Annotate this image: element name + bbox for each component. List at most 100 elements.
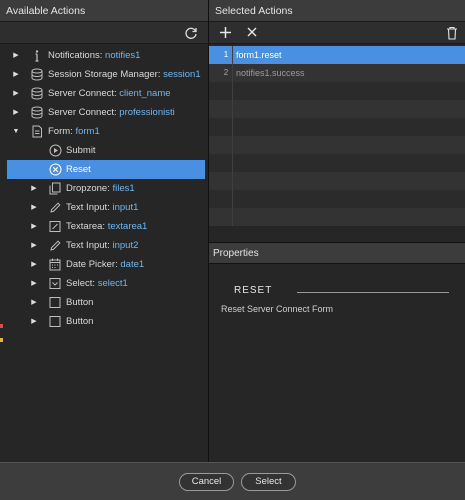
tree-item-server-connect-client-name[interactable]: ▶ Server Connect: client_name — [0, 84, 208, 103]
chevron-right-icon[interactable]: ▶ — [29, 198, 39, 217]
tree-item-label: Dropzone: files1 — [66, 183, 135, 194]
properties-section-rule — [297, 292, 449, 293]
row-action-text: form1.reset — [236, 50, 282, 60]
tree-item-form1[interactable]: ▼ Form: form1 — [0, 122, 208, 141]
tree-item-server-connect-professionisti[interactable]: ▶ Server Connect: professionisti — [0, 103, 208, 122]
tree-item-label: Form: form1 — [48, 126, 100, 137]
select-icon — [49, 277, 61, 290]
chevron-right-icon[interactable]: ▶ — [29, 274, 39, 293]
chevron-right-icon[interactable]: ▶ — [29, 312, 39, 331]
pencil-icon — [49, 201, 61, 214]
tree-item-label: Notifications: notifies1 — [48, 50, 141, 61]
tree-item-text-input-1[interactable]: ▶ Text Input: input1 — [0, 198, 208, 217]
tree-item-value: files1 — [112, 183, 135, 194]
properties-description: Reset Server Connect Form — [221, 304, 334, 314]
tree-item-value: session1 — [163, 69, 201, 80]
selected-action-row — [209, 100, 465, 118]
cancel-button[interactable]: Cancel — [179, 473, 234, 491]
add-icon[interactable] — [219, 26, 232, 39]
tree-item-button-2[interactable]: ▶ Button — [0, 312, 208, 331]
selected-actions-title: Selected Actions — [209, 0, 465, 22]
tree-item-session-storage[interactable]: ▶ Session Storage Manager: session1 — [0, 65, 208, 84]
selected-action-row — [209, 136, 465, 154]
row-separator — [232, 64, 233, 82]
chevron-right-icon[interactable]: ▶ — [29, 179, 39, 198]
chevron-right-icon[interactable]: ▶ — [11, 65, 21, 84]
row-number: 1 — [223, 50, 229, 59]
tree-item-text-input-2[interactable]: ▶ Text Input: input2 — [0, 236, 208, 255]
row-separator — [232, 154, 233, 172]
calendar-icon — [49, 258, 61, 271]
row-separator — [232, 82, 233, 100]
tree-item-label: Select: select1 — [66, 278, 128, 289]
tree-item-date-picker[interactable]: ▶ Date Picker: date1 — [0, 255, 208, 274]
reset-icon — [49, 163, 62, 176]
select-button[interactable]: Select — [241, 473, 296, 491]
selected-action-row[interactable]: 1 form1.reset — [209, 46, 465, 64]
chevron-right-icon[interactable]: ▶ — [11, 103, 21, 122]
row-number: 2 — [223, 68, 229, 77]
tree-item-dropzone[interactable]: ▶ Dropzone: files1 — [0, 179, 208, 198]
database-icon — [31, 68, 43, 81]
selected-actions-list: 1 form1.reset 2 notifies1.success — [209, 46, 465, 226]
selected-action-row — [209, 118, 465, 136]
tree-item-label: Server Connect: professionisti — [48, 107, 175, 118]
tree-item-submit[interactable]: Submit — [0, 141, 208, 160]
chevron-right-icon[interactable]: ▶ — [29, 236, 39, 255]
selected-action-row — [209, 190, 465, 208]
tree-item-label: Text Input: input1 — [66, 202, 139, 213]
row-separator — [232, 100, 233, 118]
selected-action-row — [209, 82, 465, 100]
tree-item-textarea[interactable]: ▶ Textarea: textarea1 — [0, 217, 208, 236]
row-separator — [232, 208, 233, 226]
selected-action-row — [209, 208, 465, 226]
available-actions-toolbar — [0, 22, 208, 44]
tree-item-notifications[interactable]: ▶ Notifications: notifies1 — [0, 46, 208, 65]
background-app-stub — [0, 324, 3, 328]
tree-item-select[interactable]: ▶ Select: select1 — [0, 274, 208, 293]
tree-item-value: input1 — [112, 202, 139, 213]
chevron-right-icon[interactable]: ▶ — [11, 84, 21, 103]
tree-item-value: select1 — [97, 278, 128, 289]
tree-item-label: Reset — [66, 164, 91, 175]
refresh-icon[interactable] — [184, 26, 198, 40]
tree-item-label: Server Connect: client_name — [48, 88, 171, 99]
tree-item-label: Session Storage Manager: session1 — [48, 69, 201, 80]
tree-item-label: Text Input: input2 — [66, 240, 139, 251]
properties-section-title: RESET — [234, 285, 273, 296]
close-icon[interactable] — [246, 26, 258, 38]
database-icon — [31, 87, 43, 100]
action-tree: ▶ Notifications: notifies1 ▶ Session Storag… — [0, 46, 208, 331]
row-separator — [232, 172, 233, 190]
chevron-right-icon[interactable]: ▶ — [11, 46, 21, 65]
database-icon — [31, 106, 43, 119]
selected-action-row — [209, 172, 465, 190]
info-icon — [31, 49, 43, 62]
selected-actions-panel: Selected Actions 1 form1.reset 2 notifies1.… — [209, 0, 465, 462]
tree-item-value: professionisti — [119, 107, 175, 118]
chevron-right-icon[interactable]: ▶ — [29, 255, 39, 274]
textarea-icon — [49, 220, 61, 233]
tree-item-label: Date Picker: date1 — [66, 259, 145, 270]
tree-item-reset[interactable]: Reset — [7, 160, 205, 179]
chevron-right-icon[interactable]: ▶ — [29, 293, 39, 312]
row-separator — [232, 118, 233, 136]
pencil-icon — [49, 239, 61, 252]
trash-icon[interactable] — [446, 26, 458, 40]
selected-action-row[interactable]: 2 notifies1.success — [209, 64, 465, 82]
row-separator — [232, 190, 233, 208]
tree-item-label: Submit — [66, 145, 96, 156]
chevron-down-icon[interactable]: ▼ — [11, 122, 21, 141]
background-app-stub — [0, 338, 3, 342]
available-actions-title: Available Actions — [0, 0, 208, 22]
available-actions-panel: Available Actions ▶ Notifications: notifi… — [0, 0, 208, 462]
tree-item-button-1[interactable]: ▶ Button — [0, 293, 208, 312]
properties-title: Properties — [209, 242, 465, 264]
button-icon — [49, 315, 61, 328]
tree-item-value: textarea1 — [107, 221, 148, 232]
tree-item-value: input2 — [112, 240, 139, 251]
document-icon — [31, 125, 43, 138]
row-separator — [232, 136, 233, 154]
chevron-right-icon[interactable]: ▶ — [29, 217, 39, 236]
dialog-footer: Cancel Select — [0, 462, 465, 500]
